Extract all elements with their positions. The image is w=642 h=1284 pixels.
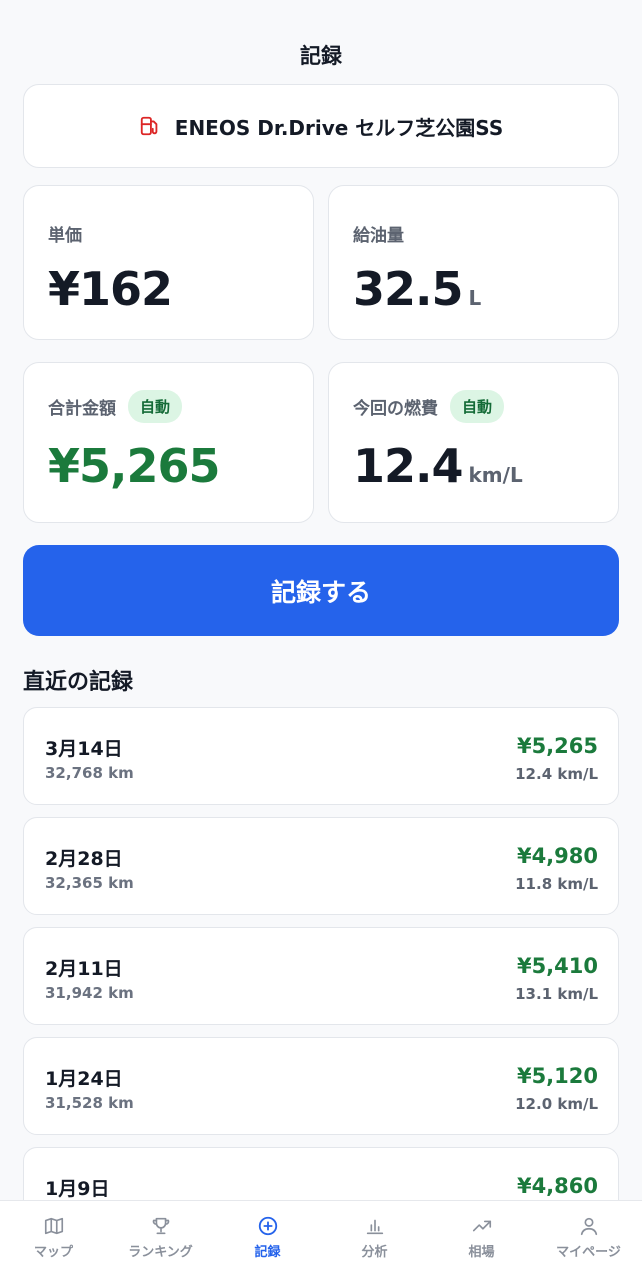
tab-label: 記録 — [254, 1245, 281, 1260]
total-cost-header: 合計金額 自動 — [48, 389, 313, 423]
tab-map[interactable]: マップ — [0, 1201, 107, 1284]
total-cost-card: 合計金額 自動 ¥5,265 — [23, 362, 314, 523]
auto-badge: 自動 — [450, 389, 505, 423]
unit-price-value: ¥162 — [48, 262, 313, 316]
recent-records-list: 3月14日 32,768 km ¥5,265 12.4 km/L 2月28日 3… — [23, 707, 619, 1257]
total-cost-label: 合計金額 — [48, 398, 116, 419]
unit-price-label: 単価 — [48, 225, 82, 246]
tab-mypage[interactable]: マイページ — [535, 1201, 642, 1284]
record-odometer: 31,528 km — [45, 1094, 134, 1112]
total-cost-value: ¥5,265 — [48, 439, 313, 493]
record-date: 1月9日 — [45, 1178, 110, 1200]
fuel-economy-number: 12.4 — [353, 439, 463, 493]
bottom-tab-bar: マップ ランキング 記録 分析 相場 マイページ — [0, 1200, 642, 1284]
bar-chart-icon — [366, 1219, 383, 1235]
fuel-amount-number: 32.5 — [353, 262, 463, 316]
record-row[interactable]: 2月28日 32,365 km ¥4,980 11.8 km/L — [23, 817, 619, 915]
fuel-economy-value: 12.4 km/L — [353, 439, 618, 493]
tab-analysis[interactable]: 分析 — [321, 1201, 428, 1284]
fuel-economy-label: 今回の燃費 — [353, 398, 438, 419]
record-cost: ¥5,265 — [516, 734, 598, 758]
record-row[interactable]: 1月24日 31,528 km ¥5,120 12.0 km/L — [23, 1037, 619, 1135]
record-date: 3月14日 — [45, 738, 123, 760]
record-economy: 11.8 km/L — [515, 875, 598, 893]
record-cost: ¥4,980 — [516, 844, 598, 868]
fuel-economy-card: 今回の燃費 自動 12.4 km/L — [328, 362, 619, 523]
tab-label: 分析 — [361, 1245, 388, 1260]
tab-label: 相場 — [468, 1245, 495, 1260]
record-economy: 12.0 km/L — [515, 1095, 598, 1113]
unit-price-amount: ¥162 — [48, 262, 173, 316]
record-row[interactable]: 2月11日 31,942 km ¥5,410 13.1 km/L — [23, 927, 619, 1025]
fuel-economy-header: 今回の燃費 自動 — [353, 389, 618, 423]
user-icon — [580, 1217, 597, 1236]
record-cost: ¥5,410 — [516, 954, 598, 978]
recent-records-title: 直近の記録 — [23, 670, 134, 695]
total-cost-amount: ¥5,265 — [48, 439, 221, 493]
plus-circle-icon — [258, 1216, 277, 1236]
tab-ranking[interactable]: ランキング — [107, 1201, 214, 1284]
record-cost: ¥5,120 — [516, 1064, 598, 1088]
fuel-amount-value: 32.5 L — [353, 262, 618, 316]
record-odometer: 32,365 km — [45, 874, 134, 892]
fuel-amount-card[interactable]: 給油量 32.5 L — [328, 185, 619, 340]
tab-market[interactable]: 相場 — [428, 1201, 535, 1284]
fuel-economy-unit: km/L — [468, 463, 523, 487]
page-title: 記録 — [300, 44, 342, 68]
record-date: 1月24日 — [45, 1068, 123, 1090]
record-date: 2月11日 — [45, 958, 123, 980]
fuel-amount-label: 給油量 — [353, 225, 404, 246]
fuel-amount-unit: L — [468, 286, 482, 310]
tab-record[interactable]: 記録 — [214, 1201, 321, 1284]
fuel-pump-icon — [139, 115, 161, 137]
tab-label: ランキング — [128, 1245, 193, 1260]
record-economy: 12.4 km/L — [515, 765, 598, 783]
record-odometer: 32,768 km — [45, 764, 134, 782]
record-button[interactable]: 記録する — [23, 545, 619, 636]
unit-price-card[interactable]: 単価 ¥162 — [23, 185, 314, 340]
station-name: ENEOS Dr.Drive セルフ芝公園SS — [174, 115, 504, 140]
station-selector[interactable]: ENEOS Dr.Drive セルフ芝公園SS — [23, 84, 619, 168]
trending-up-icon — [472, 1220, 491, 1232]
record-date: 2月28日 — [45, 848, 123, 870]
map-icon — [44, 1217, 63, 1235]
record-economy: 13.1 km/L — [515, 985, 598, 1003]
tab-label: マイページ — [556, 1245, 621, 1260]
tab-label: マップ — [33, 1245, 73, 1260]
auto-badge: 自動 — [128, 389, 183, 423]
record-odometer: 31,942 km — [45, 984, 134, 1002]
record-row[interactable]: 3月14日 32,768 km ¥5,265 12.4 km/L — [23, 707, 619, 805]
trophy-icon — [152, 1217, 169, 1235]
record-cost: ¥4,860 — [516, 1174, 598, 1198]
